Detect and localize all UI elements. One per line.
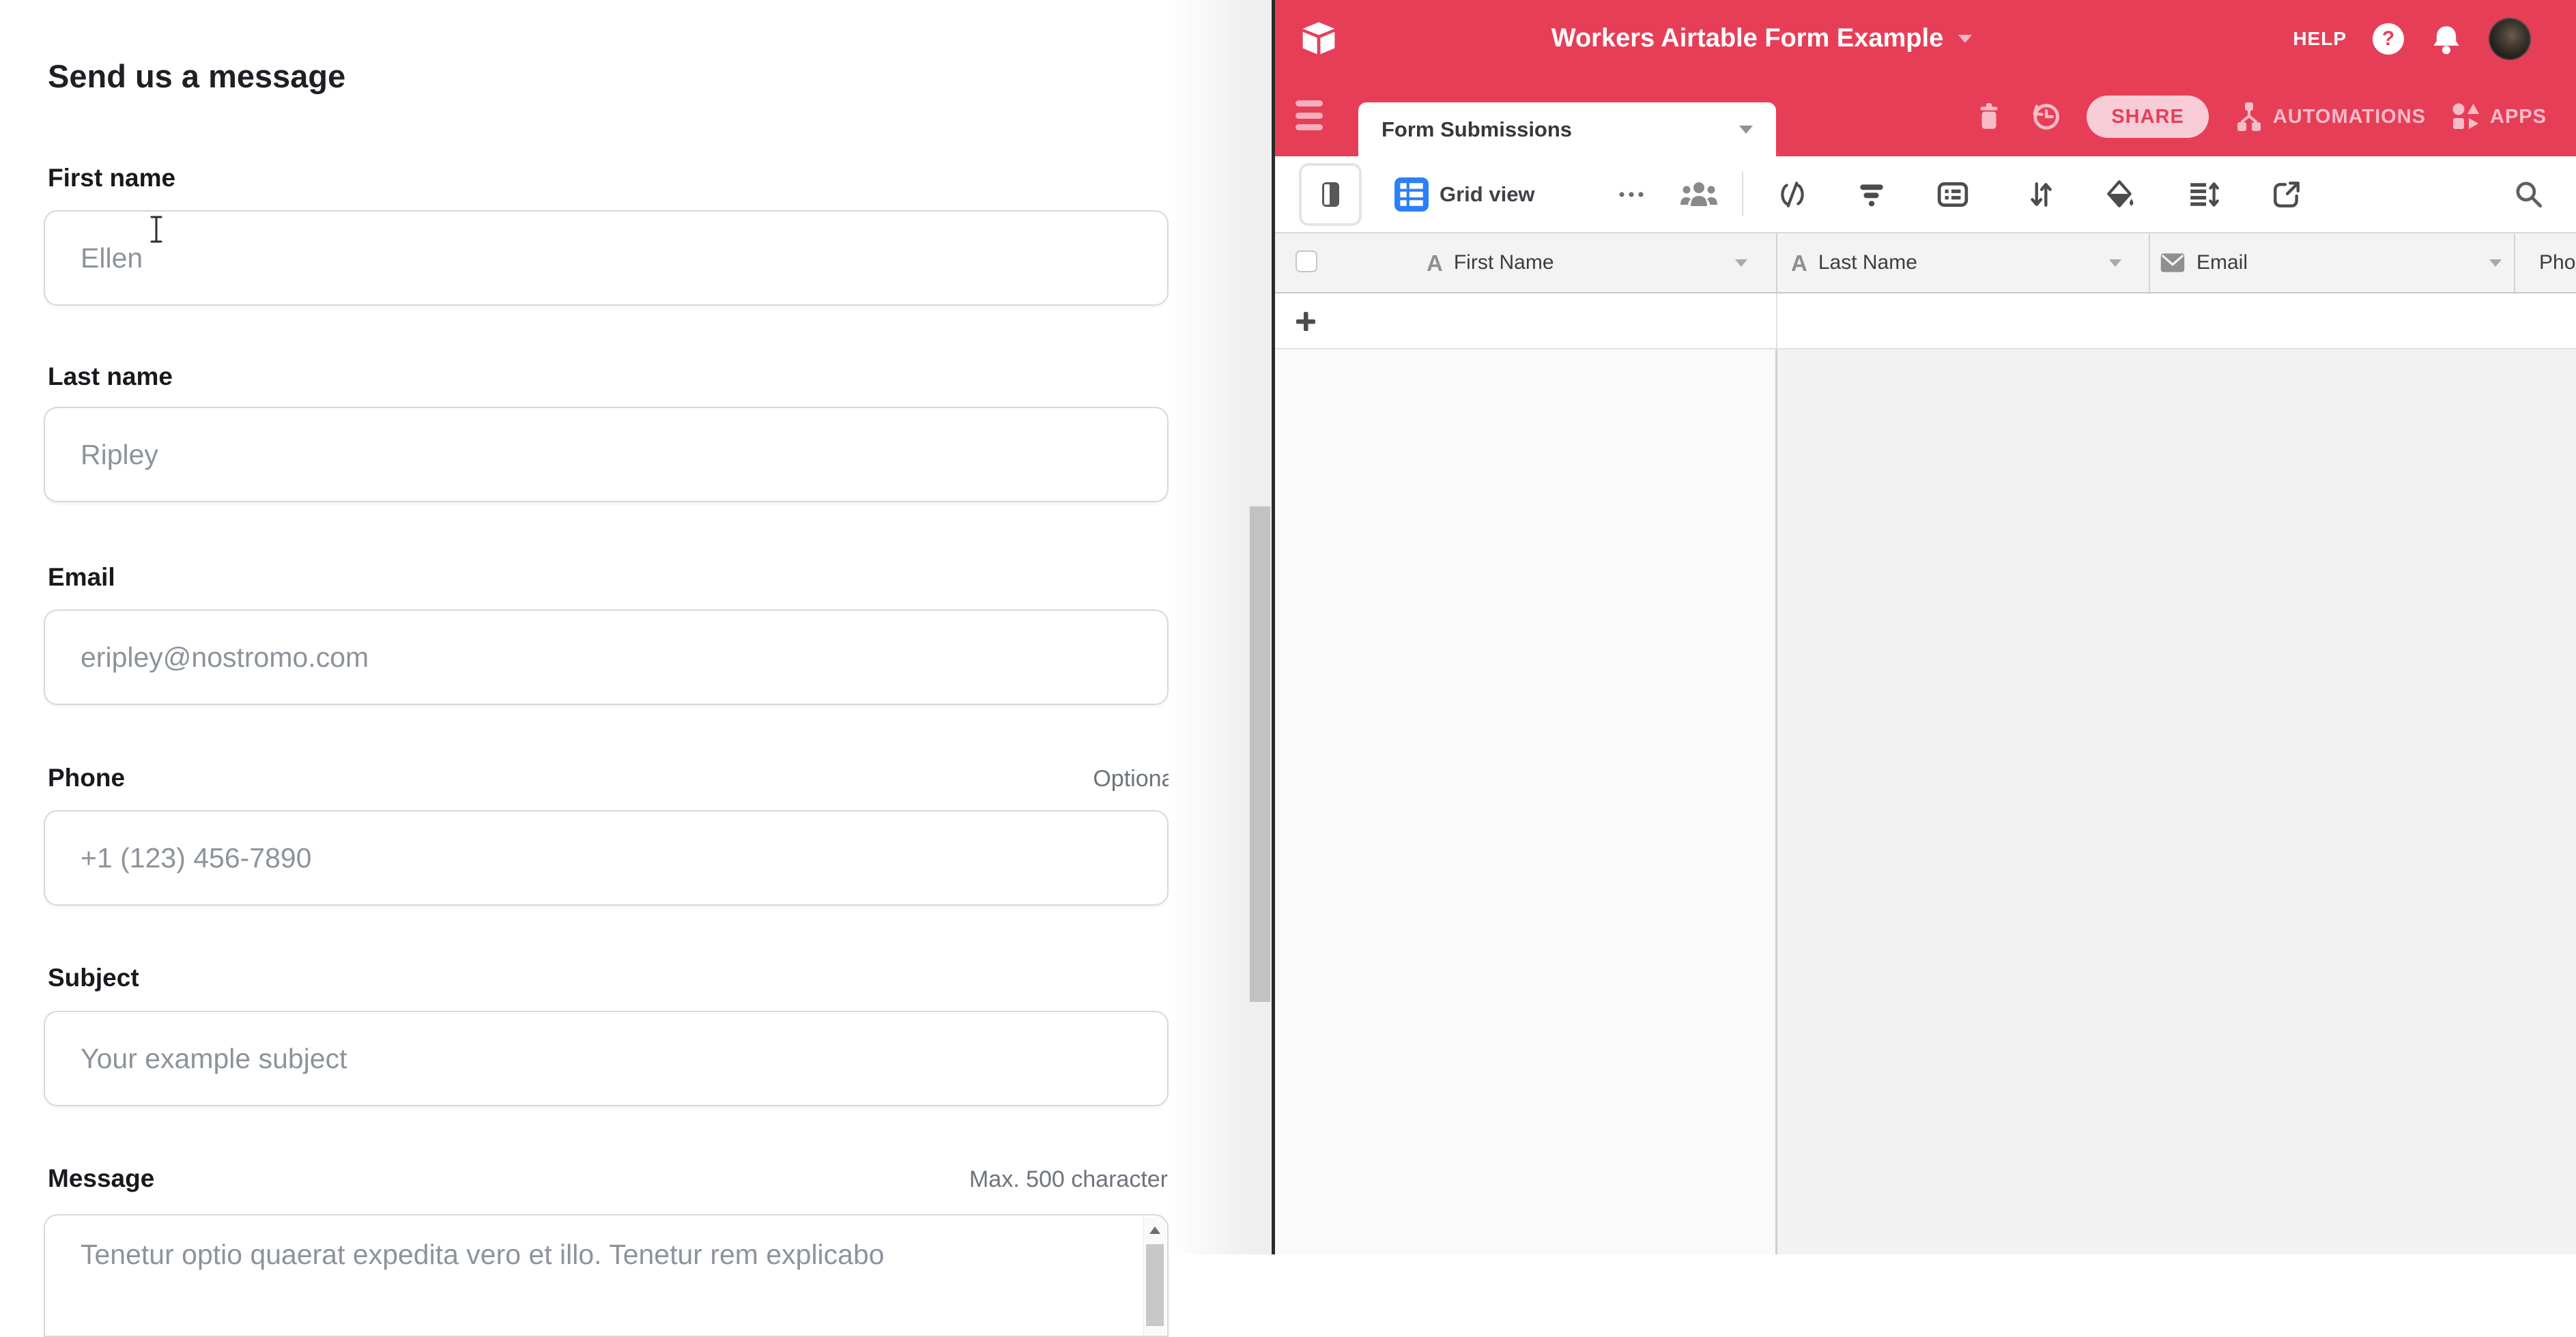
first-name-input[interactable]: [44, 210, 1169, 306]
column-header-first-name[interactable]: A First Name: [1427, 233, 1554, 292]
column-divider[interactable]: [1776, 233, 1777, 292]
add-record-plus-icon[interactable]: [1293, 308, 1319, 334]
sidebar-toggle-button[interactable]: [1299, 163, 1362, 226]
column-header-phone[interactable]: Phone: [2528, 233, 2576, 292]
tab-caret-icon[interactable]: [1739, 126, 1753, 134]
message-scrollbar[interactable]: [1143, 1217, 1166, 1336]
help-question-icon[interactable]: ?: [2373, 23, 2404, 55]
column-divider[interactable]: [2514, 233, 2515, 292]
scroll-up-arrow-icon[interactable]: [1144, 1217, 1166, 1243]
email-label: Email: [48, 563, 115, 592]
airtable-tabbar: Form Submissions SHARE: [1275, 77, 2576, 156]
grid-view-selector[interactable]: Grid view: [1394, 156, 1535, 232]
column-caret-icon[interactable]: [1735, 259, 1747, 267]
hide-fields-icon[interactable]: [1777, 156, 1808, 232]
base-title[interactable]: Workers Airtable Form Example: [1551, 24, 1943, 53]
share-button[interactable]: SHARE: [2087, 96, 2209, 138]
phone-optional-note: Optional: [1093, 766, 1179, 792]
table-header-row: A First Name A Last Name Email Phone: [1275, 232, 2576, 293]
airtable-topbar: Workers Airtable Form Example HELP ?: [1275, 0, 2576, 77]
column-divider: [1776, 293, 1777, 348]
text-cursor-icon: [147, 214, 165, 244]
view-toolbar: Grid view: [1275, 156, 2576, 232]
base-title-caret-icon[interactable]: [1958, 35, 1972, 43]
trash-icon[interactable]: [1973, 101, 2005, 132]
column-name: Last Name: [1818, 251, 1917, 274]
message-label: Message: [48, 1164, 154, 1193]
first-name-label: First name: [48, 164, 175, 192]
phone-input[interactable]: [44, 810, 1169, 906]
automations-icon: [2233, 101, 2265, 132]
column-caret-icon[interactable]: [2489, 259, 2502, 267]
apps-button[interactable]: APPS: [2450, 101, 2547, 132]
share-view-icon[interactable]: [2271, 156, 2302, 232]
column-name: Phone: [2539, 251, 2576, 274]
column-header-last-name[interactable]: A Last Name: [1791, 233, 1917, 292]
column-divider[interactable]: [2149, 233, 2150, 292]
message-placeholder: Tenetur optio quaerat expedita vero et i…: [81, 1239, 885, 1271]
sidebar-panel-icon: [1315, 179, 1346, 210]
single-line-text-icon: A: [1427, 252, 1443, 274]
search-icon[interactable]: [2513, 156, 2545, 232]
apps-icon: [2450, 101, 2482, 132]
subject-input[interactable]: [44, 1011, 1169, 1106]
contact-form-pane: Send us a message First name Last name E…: [0, 0, 1222, 1254]
filter-icon[interactable]: [1856, 156, 1887, 232]
email-input[interactable]: [44, 609, 1169, 705]
add-record-row[interactable]: [1275, 293, 2576, 349]
primary-column-divider: [1775, 349, 1777, 1254]
help-button[interactable]: HELP: [2293, 28, 2347, 50]
last-name-label: Last name: [48, 362, 173, 391]
column-header-email[interactable]: Email: [2160, 233, 2248, 292]
view-options-ellipsis-button[interactable]: [1614, 156, 1649, 232]
grid-view-icon: [1394, 177, 1429, 212]
history-icon[interactable]: [2029, 100, 2062, 133]
form-pane-scroll-shade: [1169, 0, 1248, 1254]
message-textarea[interactable]: Tenetur optio quaerat expedita vero et i…: [44, 1214, 1169, 1337]
column-name: First Name: [1454, 251, 1554, 274]
group-icon[interactable]: [1936, 156, 1969, 232]
form-pane-scrollbar-thumb[interactable]: [1250, 506, 1270, 1002]
automations-label: AUTOMATIONS: [2273, 106, 2426, 128]
single-line-text-icon: A: [1791, 252, 1807, 274]
user-avatar[interactable]: [2489, 18, 2531, 60]
form-title: Send us a message: [48, 57, 345, 95]
message-scrollbar-thumb[interactable]: [1146, 1244, 1164, 1326]
last-name-input[interactable]: [44, 407, 1169, 502]
airtable-window: Workers Airtable Form Example HELP ? For…: [1275, 0, 2576, 1254]
subject-label: Subject: [48, 964, 139, 992]
column-caret-icon[interactable]: [2109, 259, 2121, 267]
grid-view-label: Grid view: [1440, 182, 1535, 207]
notifications-bell-icon[interactable]: [2430, 23, 2463, 55]
apps-label: APPS: [2490, 106, 2547, 128]
column-name: Email: [2196, 251, 2248, 274]
table-body-primary-column: [1275, 349, 1776, 1254]
select-all-checkbox[interactable]: [1296, 250, 1317, 272]
color-fill-icon[interactable]: [2104, 156, 2136, 232]
tab-form-submissions[interactable]: Form Submissions: [1358, 102, 1776, 156]
collaborators-icon[interactable]: [1679, 156, 1719, 232]
message-max-note: Max. 500 characters: [969, 1166, 1179, 1193]
table-body-area: [1777, 349, 2576, 1254]
menu-hamburger-icon[interactable]: [1296, 96, 1326, 134]
email-icon: [2160, 252, 2186, 274]
row-height-icon[interactable]: [2188, 156, 2220, 232]
sort-icon[interactable]: [2025, 156, 2057, 232]
toolbar-divider: [1742, 171, 1743, 216]
tab-label: Form Submissions: [1382, 117, 1572, 142]
automations-button[interactable]: AUTOMATIONS: [2233, 101, 2426, 132]
phone-label: Phone: [48, 764, 125, 792]
